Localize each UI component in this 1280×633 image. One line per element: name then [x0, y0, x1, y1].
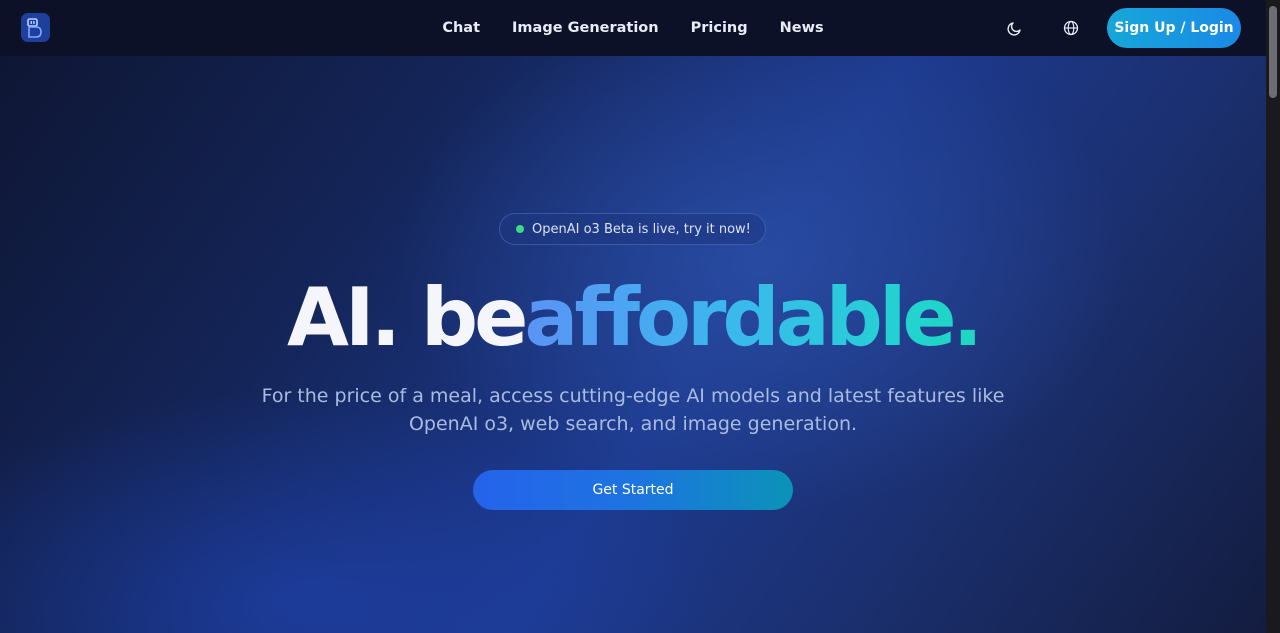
- nav-item-news[interactable]: News: [780, 20, 824, 36]
- scrollbar-thumb[interactable]: [1269, 6, 1277, 98]
- nav-item-chat[interactable]: Chat: [442, 20, 480, 36]
- hero-subtitle: For the price of a meal, access cutting-…: [258, 382, 1008, 438]
- globe-icon[interactable]: [1057, 14, 1085, 42]
- nav-item-image-generation[interactable]: Image Generation: [512, 20, 659, 36]
- get-started-button[interactable]: Get Started: [473, 470, 793, 510]
- landing-page: Chat Image Generation Pricing News Sign …: [0, 0, 1280, 633]
- hero-title-plain: AI. be: [286, 271, 528, 364]
- hero-title-accent: affordable.: [524, 271, 983, 364]
- top-navbar: Chat Image Generation Pricing News Sign …: [0, 0, 1266, 56]
- nav-item-pricing[interactable]: Pricing: [691, 20, 748, 36]
- status-dot-icon: [516, 225, 524, 233]
- announcement-text: OpenAI o3 Beta is live, try it now!: [532, 221, 751, 237]
- announcement-badge[interactable]: OpenAI o3 Beta is live, try it now!: [499, 213, 766, 245]
- hero-subtitle-line-2: OpenAI o3, web search, and image generat…: [408, 413, 858, 435]
- page-scrollbar[interactable]: [1266, 0, 1280, 633]
- moon-icon[interactable]: [1001, 14, 1029, 42]
- hero-title: AI. beaffordable.: [0, 268, 1266, 368]
- hero-subtitle-line-1: For the price of a meal, access cutting-…: [261, 385, 1005, 407]
- signup-login-button[interactable]: Sign Up / Login: [1107, 8, 1241, 48]
